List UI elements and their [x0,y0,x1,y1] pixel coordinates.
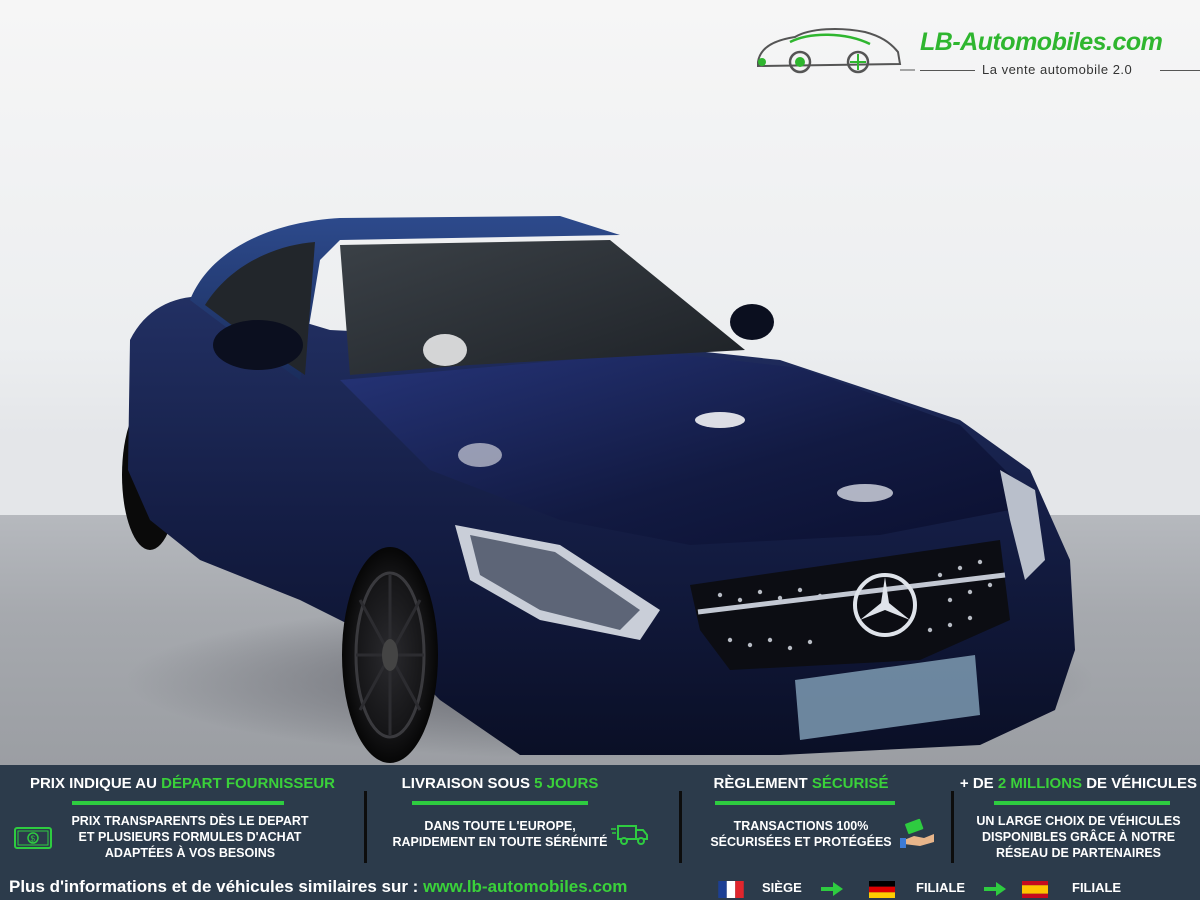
car-illustration [122,216,1075,763]
feature-vehicles-text: UN LARGE CHOIX DE VÉHICULES DISPONIBLES … [976,814,1181,860]
feature-price-title: PRIX INDIQUE AU DÉPART FOURNISSEUR [29,775,336,792]
feature-price-text: PRIX TRANSPARENTS DÈS LE DEPART ET PLUSI… [71,814,309,860]
france-flag-icon [718,881,744,898]
arrow-right-icon [984,882,1006,896]
svg-text:$: $ [31,835,36,844]
side-mirror [213,320,303,370]
feature-vehicles: + DE 2 MILLIONS DE VÉHICULES UN LARGE CH… [957,773,1200,871]
feature-vehicles-rule [994,801,1170,805]
feature-delivery: LIVRAISON SOUS 5 JOURS DANS TOUTE L'EURO… [370,773,680,871]
feature-payment: RÈGLEMENT SÉCURISÉ TRANSACTIONS 100% SÉC… [685,773,950,871]
feature-price-rule [72,801,284,805]
logo-title: LB-Automobiles.com [920,28,1163,56]
front-wheel [342,547,438,763]
car-logo-icon [757,28,915,74]
logo-divider-right [1160,70,1200,71]
delivery-truck-icon [611,825,648,845]
payment-hand-icon [900,818,934,848]
banner-separator [364,791,367,863]
feature-delivery-text: DANS TOUTE L'EUROPE, RAPIDEMENT EN TOUTE… [392,819,608,849]
features-banner: PRIX INDIQUE AU DÉPART FOURNISSEUR $ PRI… [0,765,1200,900]
feature-payment-rule [715,801,895,805]
arrow-right-icon [821,882,843,896]
feature-delivery-title: LIVRAISON SOUS 5 JOURS [401,775,599,792]
car-photo [0,0,1200,765]
location-label: FILIALE [916,880,966,895]
feature-vehicles-title: + DE 2 MILLIONS DE VÉHICULES [959,775,1198,792]
hood-reflection [695,412,745,428]
hood-star-emblem [837,484,893,502]
money-icon: $ [14,827,52,849]
fender-reflection [458,443,502,467]
logo-subtitle: La vente automobile 2.0 [982,62,1133,77]
info-text: Plus d'informations et de véhicules simi… [9,877,628,896]
windshield-glare [423,334,467,366]
germany-flag-icon [869,881,895,898]
feature-payment-title: RÈGLEMENT SÉCURISÉ [713,775,889,792]
side-mirror-right [730,304,774,340]
feature-delivery-rule [412,801,588,805]
logo-divider-left [920,70,975,71]
spain-flag-icon [1022,881,1048,898]
banner-separator [679,791,682,863]
brand-logo: LB-Automobiles.com La vente automobile 2… [750,22,1200,82]
feature-payment-text: TRANSACTIONS 100% SÉCURISÉES ET PROTÉGÉE… [710,819,892,849]
feature-price: PRIX INDIQUE AU DÉPART FOURNISSEUR $ PRI… [0,773,365,871]
banner-separator [951,791,954,863]
website-link[interactable]: www.lb-automobiles.com [423,877,627,896]
location-label: SIÈGE [762,880,802,895]
info-line: Plus d'informations et de véhicules simi… [0,875,1200,900]
location-label: FILIALE [1072,880,1122,895]
